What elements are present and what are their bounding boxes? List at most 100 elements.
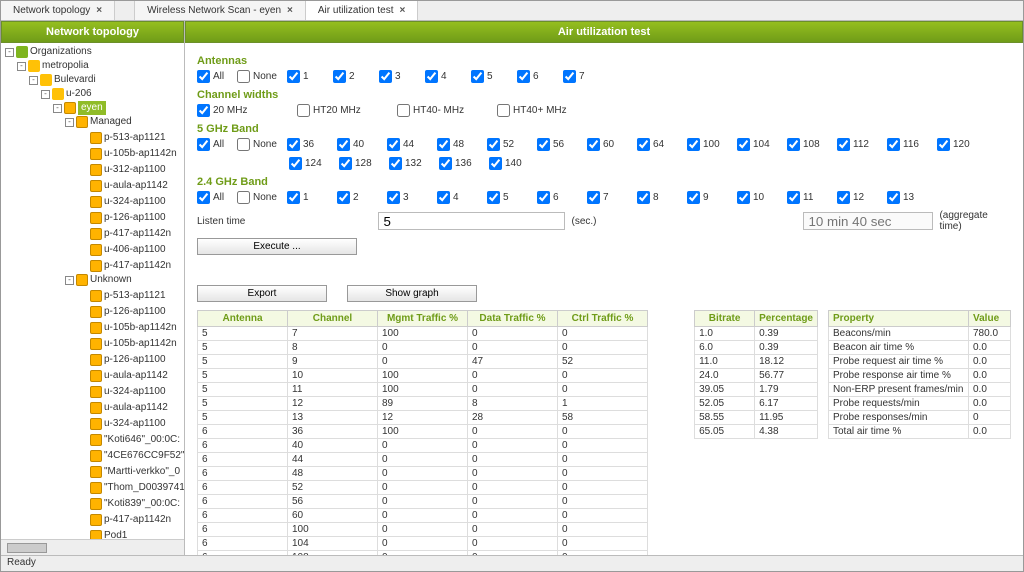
table-row[interactable]: 5128981 xyxy=(198,397,648,411)
checkbox-input[interactable] xyxy=(337,138,350,151)
checkbox-input[interactable] xyxy=(379,70,392,83)
table-row[interactable]: 644000 xyxy=(198,453,648,467)
checkbox-input[interactable] xyxy=(237,191,250,204)
checkbox-3[interactable]: 3 xyxy=(379,70,425,83)
table-row[interactable]: 51010000 xyxy=(198,369,648,383)
tab-wireless-scan[interactable]: Wireless Network Scan - eyen × xyxy=(135,1,306,20)
close-icon[interactable]: × xyxy=(287,5,293,16)
tree-toggle-icon[interactable]: - xyxy=(41,90,50,99)
checkbox-input[interactable] xyxy=(387,191,400,204)
table-row[interactable]: Total air time %0.0 xyxy=(829,425,1011,439)
tree-toggle-icon[interactable]: - xyxy=(65,276,74,285)
column-header[interactable]: Channel xyxy=(288,311,378,327)
checkbox-52[interactable]: 52 xyxy=(487,138,537,151)
checkbox-11[interactable]: 11 xyxy=(787,191,837,204)
checkbox-48[interactable]: 48 xyxy=(437,138,487,151)
checkbox-input[interactable] xyxy=(197,70,210,83)
checkbox-input[interactable] xyxy=(197,138,210,151)
checkbox-input[interactable] xyxy=(487,191,500,204)
table-row[interactable]: 6.00.39 xyxy=(695,341,818,355)
tree-item[interactable]: u-aula-ap1142 xyxy=(77,369,168,383)
checkbox-input[interactable] xyxy=(337,191,350,204)
tree-item[interactable]: "Thom_D0039741 xyxy=(77,481,184,495)
tree-item[interactable]: "Martti-verkko"_0 xyxy=(77,465,180,479)
checkbox-input[interactable] xyxy=(687,191,700,204)
checkbox-input[interactable] xyxy=(237,70,250,83)
checkbox-input[interactable] xyxy=(437,138,450,151)
checkbox-ht20 mhz[interactable]: HT20 MHz xyxy=(297,104,397,117)
checkbox-input[interactable] xyxy=(787,191,800,204)
checkbox-input[interactable] xyxy=(287,191,300,204)
column-header[interactable]: Value xyxy=(969,311,1011,327)
column-header[interactable]: Mgmt Traffic % xyxy=(378,311,468,327)
tree-item[interactable]: -metropolia xyxy=(17,59,89,73)
tree-item[interactable]: u-324-ap1100 xyxy=(77,195,166,209)
checkbox-5[interactable]: 5 xyxy=(487,191,537,204)
checkbox-6[interactable]: 6 xyxy=(537,191,587,204)
checkbox-input[interactable] xyxy=(389,157,402,170)
table-row[interactable]: 513122858 xyxy=(198,411,648,425)
column-header[interactable]: Antenna xyxy=(198,311,288,327)
table-row[interactable]: 5710000 xyxy=(198,327,648,341)
tree-item[interactable]: u-105b-ap1142n xyxy=(77,321,177,335)
checkbox-108[interactable]: 108 xyxy=(787,138,837,151)
checkbox-none[interactable]: None xyxy=(237,191,287,204)
checkbox-input[interactable] xyxy=(637,138,650,151)
table-row[interactable]: Probe request air time %0.0 xyxy=(829,355,1011,369)
checkbox-12[interactable]: 12 xyxy=(837,191,887,204)
bitrate-table[interactable]: BitratePercentage1.00.396.00.3911.018.12… xyxy=(694,310,818,439)
table-row[interactable]: 6100000 xyxy=(198,523,648,537)
checkbox-120[interactable]: 120 xyxy=(937,138,987,151)
table-row[interactable]: 39.051.79 xyxy=(695,383,818,397)
tree-item[interactable]: p-513-ap1121 xyxy=(77,289,166,303)
table-row[interactable]: Beacons/min780.0 xyxy=(829,327,1011,341)
table-row[interactable]: 63610000 xyxy=(198,425,648,439)
checkbox-3[interactable]: 3 xyxy=(387,191,437,204)
tree-item[interactable]: u-aula-ap1142 xyxy=(77,401,168,415)
tree-toggle-icon[interactable]: - xyxy=(65,118,74,127)
checkbox-input[interactable] xyxy=(737,138,750,151)
checkbox-140[interactable]: 140 xyxy=(489,157,539,170)
checkbox-124[interactable]: 124 xyxy=(289,157,339,170)
checkbox-5[interactable]: 5 xyxy=(471,70,517,83)
table-row[interactable]: Probe requests/min0.0 xyxy=(829,397,1011,411)
checkbox-input[interactable] xyxy=(737,191,750,204)
checkbox-input[interactable] xyxy=(197,191,210,204)
checkbox-132[interactable]: 132 xyxy=(389,157,439,170)
checkbox-input[interactable] xyxy=(397,104,410,117)
checkbox-all[interactable]: All xyxy=(197,138,237,151)
column-header[interactable]: Percentage xyxy=(755,311,818,327)
checkbox-44[interactable]: 44 xyxy=(387,138,437,151)
checkbox-64[interactable]: 64 xyxy=(637,138,687,151)
checkbox-6[interactable]: 6 xyxy=(517,70,563,83)
tree-item[interactable]: u-324-ap1100 xyxy=(77,417,166,431)
tree-item[interactable]: p-126-ap1100 xyxy=(77,211,166,225)
tree-item[interactable]: -Managed xyxy=(65,115,132,129)
checkbox-input[interactable] xyxy=(237,138,250,151)
table-row[interactable]: 652000 xyxy=(198,481,648,495)
checkbox-4[interactable]: 4 xyxy=(425,70,471,83)
table-row[interactable]: Beacon air time %0.0 xyxy=(829,341,1011,355)
checkbox-input[interactable] xyxy=(937,138,950,151)
tree-item[interactable]: -u-206 xyxy=(41,87,92,101)
close-icon[interactable]: × xyxy=(399,5,405,16)
table-row[interactable]: Probe response air time %0.0 xyxy=(829,369,1011,383)
checkbox-input[interactable] xyxy=(297,104,310,117)
checkbox-13[interactable]: 13 xyxy=(887,191,937,204)
table-row[interactable]: 58000 xyxy=(198,341,648,355)
checkbox-60[interactable]: 60 xyxy=(587,138,637,151)
tree-item[interactable]: u-aula-ap1142 xyxy=(77,179,168,193)
checkbox-116[interactable]: 116 xyxy=(887,138,937,151)
checkbox-input[interactable] xyxy=(489,157,502,170)
checkbox-input[interactable] xyxy=(517,70,530,83)
checkbox-input[interactable] xyxy=(439,157,452,170)
tree-toggle-icon[interactable]: - xyxy=(53,104,62,113)
checkbox-input[interactable] xyxy=(887,138,900,151)
checkbox-input[interactable] xyxy=(487,138,500,151)
checkbox-1[interactable]: 1 xyxy=(287,70,333,83)
checkbox-input[interactable] xyxy=(563,70,576,83)
checkbox-4[interactable]: 4 xyxy=(437,191,487,204)
checkbox-input[interactable] xyxy=(837,191,850,204)
tree-item[interactable]: Pod1 xyxy=(77,529,127,539)
tree-item[interactable]: p-417-ap1142n xyxy=(77,513,171,527)
